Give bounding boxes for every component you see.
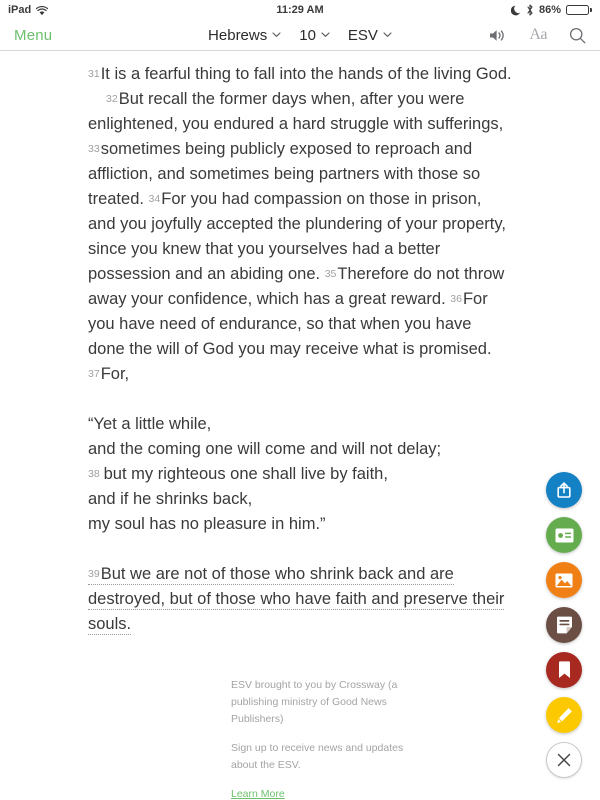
- share-icon: [555, 481, 573, 499]
- verse-number: 36: [450, 293, 462, 305]
- version-picker-label: ESV: [347, 26, 378, 44]
- app-toolbar: Menu Hebrews 10 ESV Aa: [0, 20, 600, 51]
- moon-icon: [510, 5, 521, 16]
- chevron-down-icon: [272, 30, 281, 39]
- verse-text: But we are not of those who shrink back …: [88, 565, 505, 633]
- chevron-down-icon: [383, 30, 392, 39]
- highlight-button[interactable]: [546, 697, 582, 733]
- note-card-icon: [555, 528, 574, 543]
- app-root: iPad 11:29 AM 86% Menu Hebrews 10 ESV Aa…: [0, 0, 600, 800]
- close-button[interactable]: [546, 742, 582, 778]
- verse-text: But recall the former days when, after y…: [88, 90, 504, 133]
- poetry-line-text: and the coming one will come and will no…: [88, 440, 442, 458]
- floating-action-buttons: [546, 472, 582, 778]
- image-icon: [555, 573, 573, 588]
- verse-text: For,: [100, 365, 130, 383]
- passage-paragraph: 31It is a fearful thing to fall into the…: [88, 62, 512, 87]
- poetry-line-text: and if he shrinks back,: [88, 490, 253, 508]
- passage-footer: ESV brought to you by Crossway (a publis…: [88, 677, 512, 800]
- device-name: iPad: [8, 4, 32, 16]
- footer-signup: Sign up to receive news and updates abou…: [231, 742, 404, 771]
- passage-text[interactable]: 31It is a fearful thing to fall into the…: [0, 52, 600, 800]
- poetry-line: “Yet a little while,: [88, 412, 512, 437]
- note-icon: [556, 616, 573, 634]
- highlighted-verse[interactable]: 39But we are not of those who shrink bac…: [88, 562, 512, 637]
- verse-number: 31: [88, 68, 100, 80]
- chapter-picker-label: 10: [299, 26, 316, 44]
- verse-number: 34: [148, 193, 161, 205]
- bookmark-button[interactable]: [546, 652, 582, 688]
- wifi-icon: [35, 5, 49, 16]
- toolbar-actions: Aa: [489, 26, 586, 44]
- passage-poetry: “Yet a little while, and the coming one w…: [88, 412, 512, 537]
- note-button[interactable]: [546, 607, 582, 643]
- bluetooth-icon: [526, 4, 534, 16]
- version-picker[interactable]: ESV: [348, 27, 392, 44]
- poetry-line: 38 but my righteous one shall live by fa…: [88, 462, 512, 487]
- note-card-button[interactable]: [546, 517, 582, 553]
- verse-number: 32: [106, 93, 118, 105]
- verse-text: It is a fearful thing to fall into the h…: [100, 65, 512, 83]
- image-button[interactable]: [546, 562, 582, 598]
- learn-more-link[interactable]: Learn More: [231, 788, 285, 800]
- text-size-button[interactable]: Aa: [529, 26, 547, 44]
- status-bar-left: iPad: [8, 4, 49, 16]
- verse-number: 39: [88, 568, 100, 580]
- bookmark-icon: [558, 661, 571, 679]
- share-button[interactable]: [546, 472, 582, 508]
- verse-number: 38: [88, 468, 103, 480]
- status-bar-right: 86%: [510, 4, 592, 16]
- verse-number: 37: [88, 368, 100, 380]
- battery-icon: [566, 5, 592, 15]
- verse-number: 33: [88, 143, 100, 155]
- pencil-icon: [555, 706, 574, 725]
- passage-paragraph: 32But recall the former days when, after…: [88, 87, 512, 387]
- poetry-line-text: but my righteous one shall live by faith…: [103, 465, 388, 483]
- chevron-down-icon: [321, 30, 330, 39]
- poetry-line: and the coming one will come and will no…: [88, 437, 512, 462]
- close-icon: [556, 752, 572, 768]
- passage-paragraphs: 31It is a fearful thing to fall into the…: [88, 62, 512, 387]
- book-picker-label: Hebrews: [208, 26, 268, 44]
- speaker-icon[interactable]: [489, 28, 507, 43]
- book-picker[interactable]: Hebrews: [208, 27, 281, 44]
- poetry-line-text: my soul has no pleasure in him.”: [88, 515, 326, 533]
- reader-pane[interactable]: 31It is a fearful thing to fall into the…: [0, 52, 600, 800]
- verse-number: 35: [324, 268, 337, 280]
- footer-credit: ESV brought to you by Crossway (a publis…: [231, 679, 398, 725]
- poetry-line: my soul has no pleasure in him.”: [88, 512, 512, 537]
- poetry-line: and if he shrinks back,: [88, 487, 512, 512]
- search-icon[interactable]: [569, 27, 586, 44]
- chapter-picker[interactable]: 10: [299, 27, 330, 44]
- status-bar: iPad 11:29 AM 86%: [0, 0, 600, 20]
- battery-percent-label: 86%: [538, 4, 561, 16]
- poetry-line-text: “Yet a little while,: [88, 415, 212, 433]
